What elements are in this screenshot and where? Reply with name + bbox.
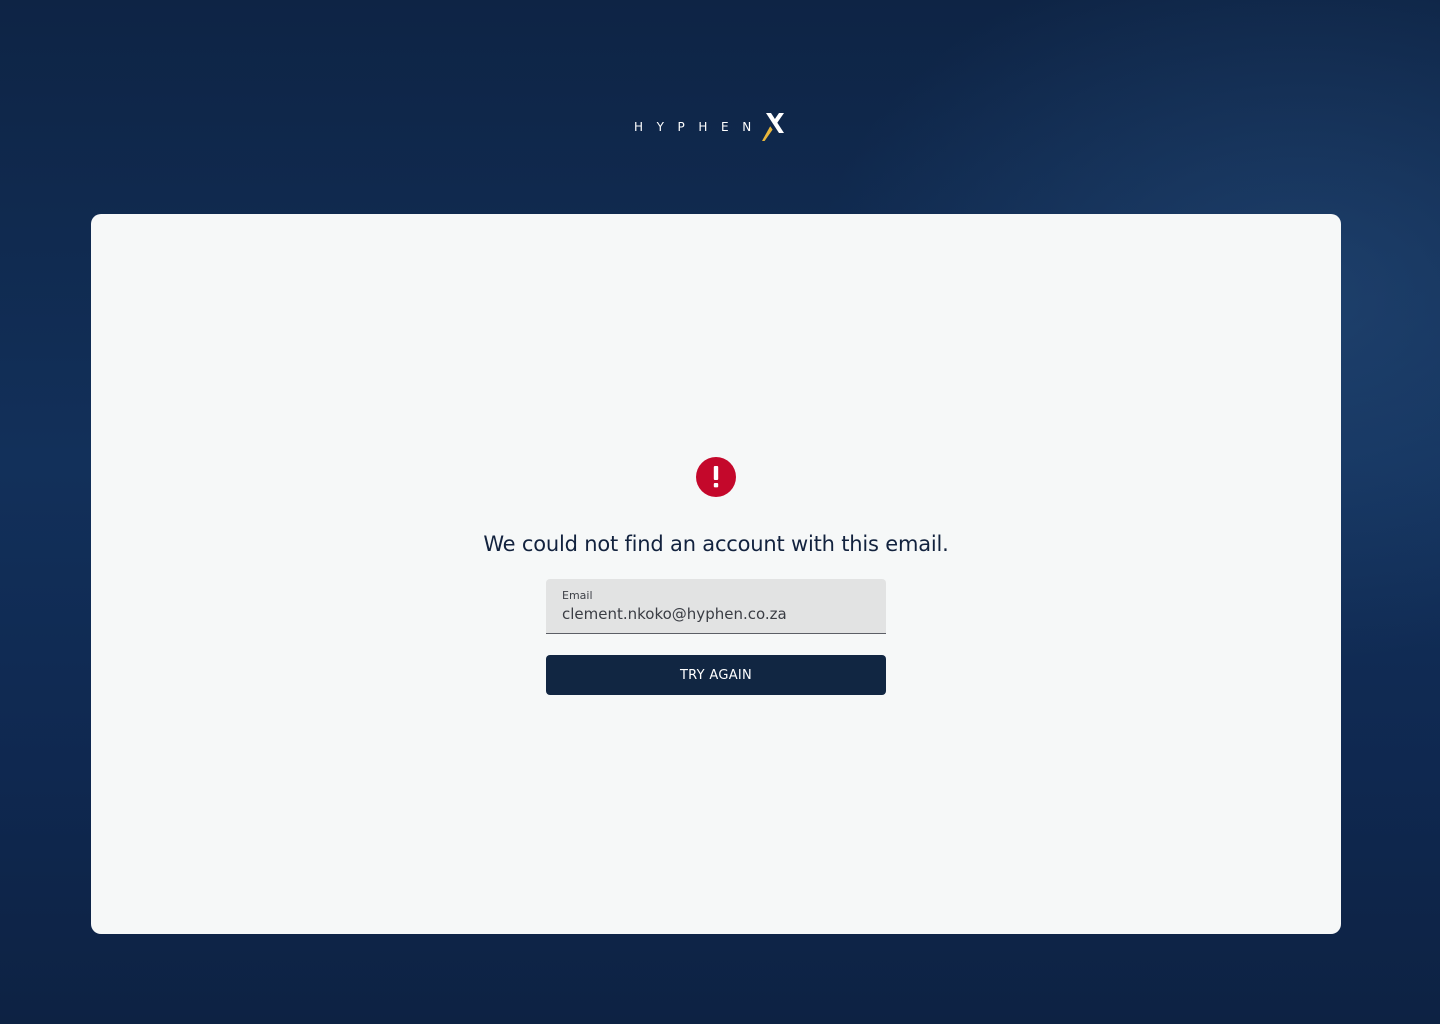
logo-x-mark — [761, 112, 787, 142]
hyphen-x-logo: HYPHEN — [634, 112, 787, 142]
email-field[interactable]: Email — [546, 579, 886, 634]
alert-circle-icon — [696, 457, 736, 497]
error-card: We could not find an account with this e… — [91, 214, 1341, 934]
email-field-label: Email — [562, 589, 593, 602]
logo-wordmark: HYPHEN — [634, 120, 765, 134]
try-again-button[interactable]: TRY AGAIN — [546, 655, 886, 695]
error-message: We could not find an account with this e… — [483, 532, 949, 556]
email-input[interactable] — [562, 605, 862, 623]
